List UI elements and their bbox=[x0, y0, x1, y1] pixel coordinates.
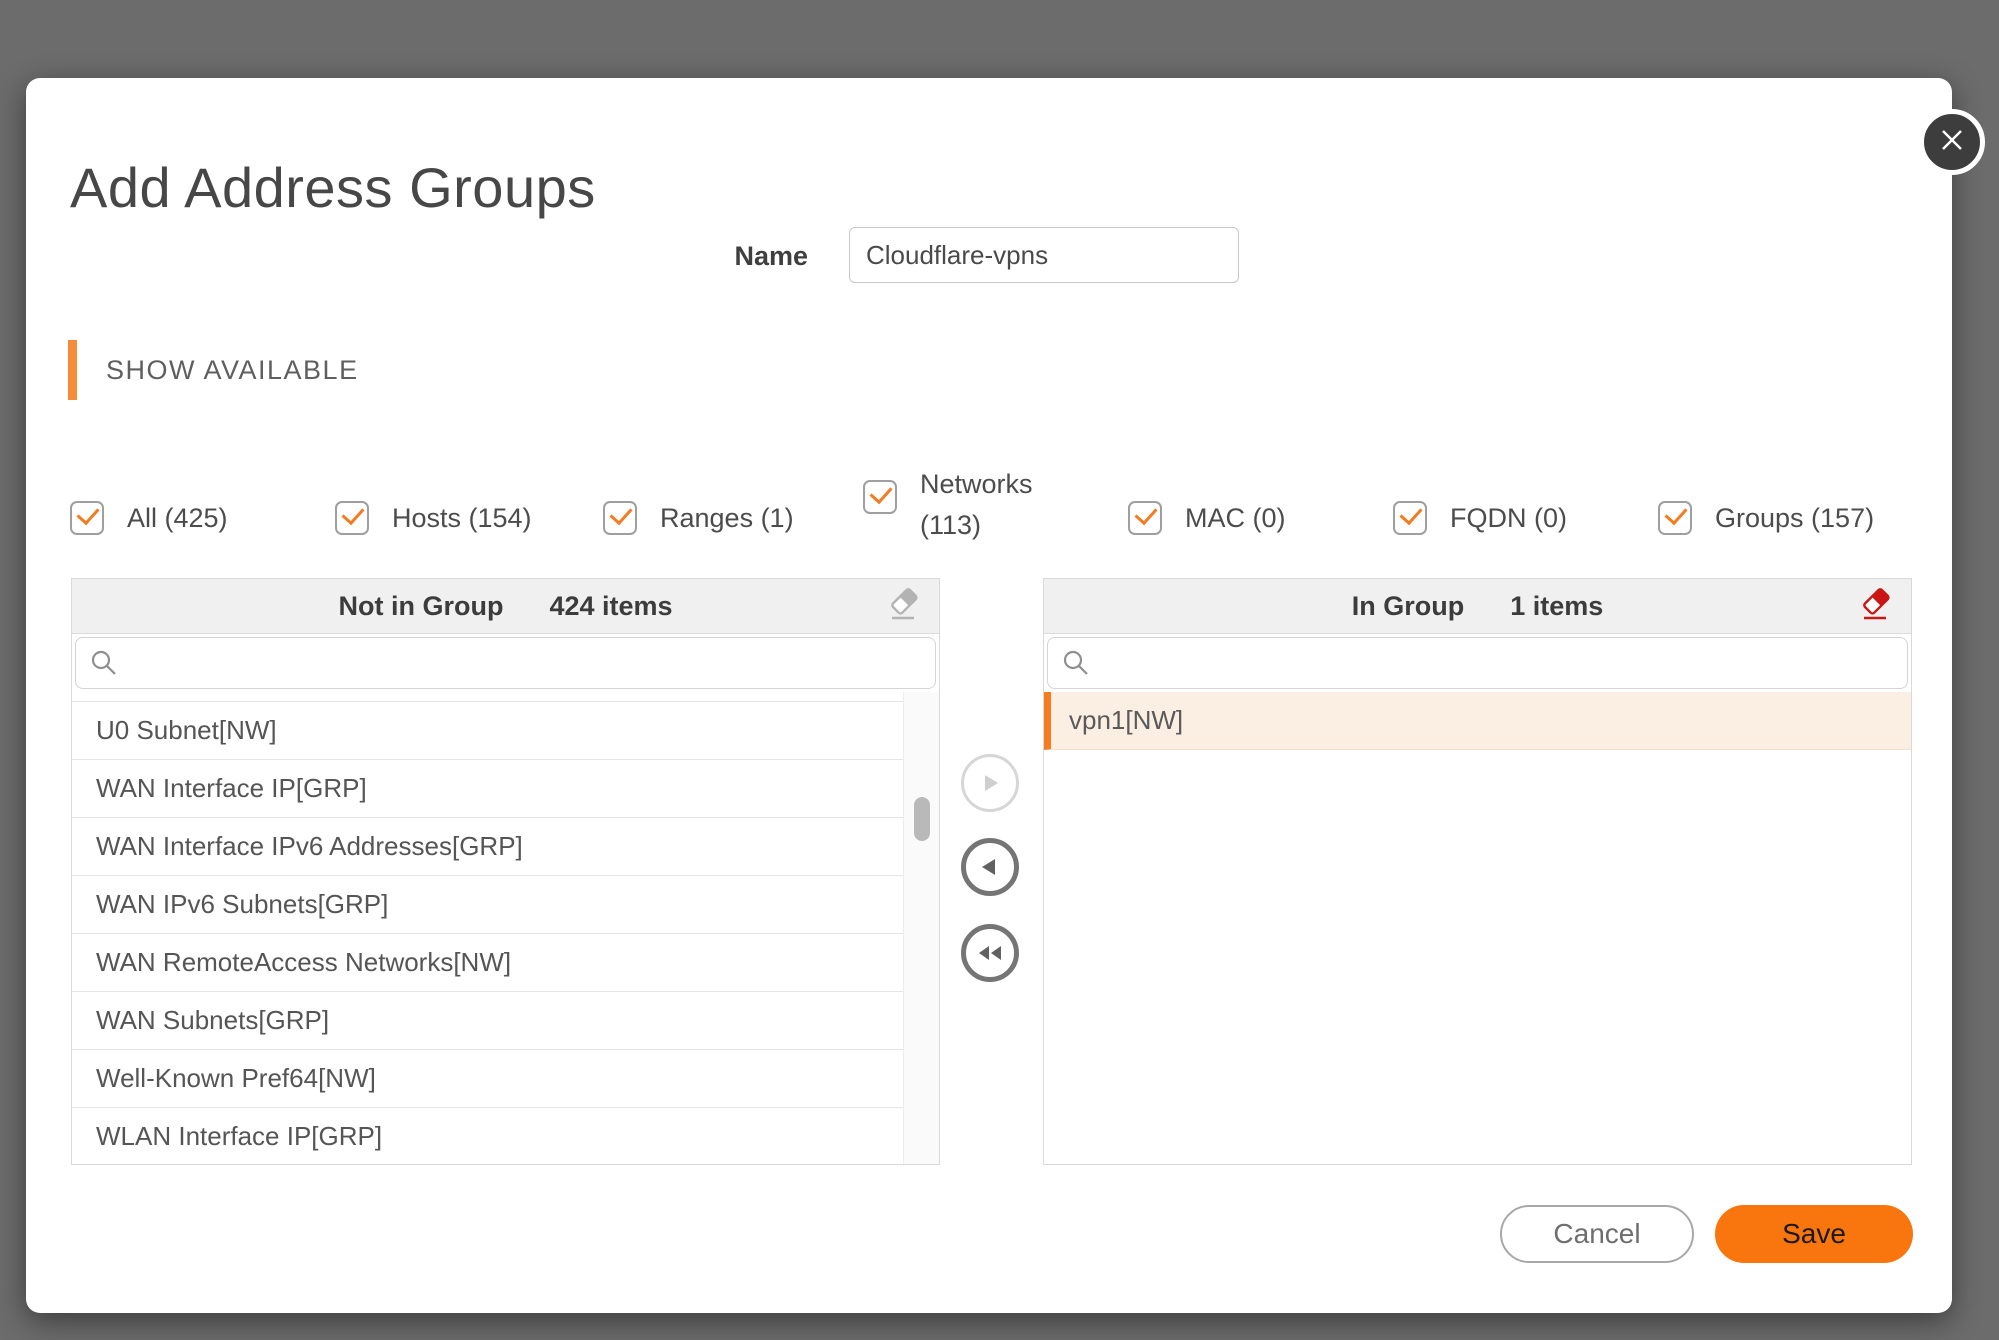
list-item[interactable]: WAN RemoteAccess Networks[NW] bbox=[72, 934, 904, 992]
not-in-group-title: Not in Group bbox=[338, 591, 503, 622]
show-available-section: SHOW AVAILABLE bbox=[68, 340, 359, 400]
close-icon bbox=[1939, 127, 1965, 158]
not-in-group-search-box bbox=[75, 637, 936, 689]
section-accent-bar bbox=[68, 340, 77, 400]
save-button[interactable]: Save bbox=[1715, 1205, 1913, 1263]
checkbox-icon[interactable] bbox=[603, 501, 637, 535]
search-icon bbox=[1061, 648, 1091, 683]
checkbox-icon[interactable] bbox=[1393, 501, 1427, 535]
add-address-groups-dialog: Add Address Groups Name SHOW AVAILABLE A… bbox=[26, 78, 1952, 1313]
list-item-selected[interactable]: vpn1[NW] bbox=[1044, 692, 1911, 750]
filter-label: All (425) bbox=[127, 498, 228, 539]
list-item[interactable]: WAN IPv6 Subnets[GRP] bbox=[72, 876, 904, 934]
filter-checkbox-networks[interactable]: Networks (113) bbox=[863, 464, 1055, 572]
scrollbar-track[interactable] bbox=[903, 692, 939, 1165]
list-item[interactable]: U0 Subnet[NW] bbox=[72, 702, 904, 760]
name-label: Name bbox=[586, 236, 808, 276]
in-group-search-row bbox=[1044, 634, 1911, 692]
list-item-partial bbox=[72, 692, 904, 702]
list-item[interactable]: WAN Subnets[GRP] bbox=[72, 992, 904, 1050]
list-item[interactable]: WLAN Interface IP[GRP] bbox=[72, 1108, 904, 1165]
arrow-right-icon bbox=[978, 771, 1002, 795]
in-group-list: vpn1[NW] bbox=[1044, 692, 1911, 1165]
remove-from-group-button[interactable] bbox=[961, 838, 1019, 896]
in-group-count: 1 items bbox=[1510, 591, 1603, 622]
move-to-group-button[interactable] bbox=[961, 754, 1019, 812]
double-arrow-left-icon bbox=[975, 941, 1005, 965]
cancel-button[interactable]: Cancel bbox=[1500, 1205, 1694, 1263]
not-in-group-panel: Not in Group 424 items bbox=[71, 578, 940, 1165]
filter-checkbox-groups[interactable]: Groups (157) bbox=[1658, 482, 1874, 554]
search-icon bbox=[89, 648, 119, 683]
not-in-group-header: Not in Group 424 items bbox=[72, 579, 939, 634]
filter-label: Networks (113) bbox=[920, 464, 1055, 546]
checkbox-icon[interactable] bbox=[1658, 501, 1692, 535]
list-item[interactable]: WAN Interface IP[GRP] bbox=[72, 760, 904, 818]
screen-overlay: Add Address Groups Name SHOW AVAILABLE A… bbox=[0, 0, 1999, 1340]
name-input[interactable] bbox=[849, 227, 1239, 283]
in-group-panel: In Group 1 items bbox=[1043, 578, 1912, 1165]
section-title: SHOW AVAILABLE bbox=[106, 355, 359, 386]
eraser-icon bbox=[1857, 586, 1895, 624]
filter-checkbox-hosts[interactable]: Hosts (154) bbox=[335, 482, 532, 554]
in-group-search-input[interactable] bbox=[1100, 638, 1899, 690]
not-in-group-search-input[interactable] bbox=[128, 638, 927, 690]
checkbox-icon[interactable] bbox=[863, 480, 897, 514]
filter-label: Ranges (1) bbox=[660, 498, 794, 539]
in-group-title: In Group bbox=[1352, 591, 1464, 622]
arrow-left-icon bbox=[978, 855, 1002, 879]
clear-selection-button[interactable] bbox=[885, 586, 925, 626]
filter-label: MAC (0) bbox=[1185, 498, 1286, 539]
filter-checkbox-fqdn[interactable]: FQDN (0) bbox=[1393, 482, 1567, 554]
filter-label: FQDN (0) bbox=[1450, 498, 1567, 539]
in-group-header: In Group 1 items bbox=[1044, 579, 1911, 634]
filter-checkbox-all[interactable]: All (425) bbox=[70, 482, 228, 554]
checkbox-icon[interactable] bbox=[335, 501, 369, 535]
remove-all-from-group-button[interactable] bbox=[961, 924, 1019, 982]
not-in-group-list: U0 Subnet[NW]WAN Interface IP[GRP]WAN In… bbox=[72, 692, 939, 1165]
dialog-title: Add Address Groups bbox=[70, 158, 596, 218]
list-item[interactable]: Well-Known Pref64[NW] bbox=[72, 1050, 904, 1108]
filter-label: Groups (157) bbox=[1715, 498, 1874, 539]
eraser-icon bbox=[885, 586, 923, 624]
list-item[interactable]: WAN Interface IPv6 Addresses[GRP] bbox=[72, 818, 904, 876]
checkbox-icon[interactable] bbox=[70, 501, 104, 535]
filter-label: Hosts (154) bbox=[392, 498, 532, 539]
checkbox-icon[interactable] bbox=[1128, 501, 1162, 535]
close-button[interactable] bbox=[1919, 109, 1985, 175]
not-in-group-count: 424 items bbox=[549, 591, 672, 622]
not-in-group-search-row bbox=[72, 634, 939, 692]
scrollbar-thumb[interactable] bbox=[914, 797, 930, 841]
filter-checkbox-ranges[interactable]: Ranges (1) bbox=[603, 482, 794, 554]
clear-group-button[interactable] bbox=[1857, 586, 1897, 626]
in-group-search-box bbox=[1047, 637, 1908, 689]
filter-checkbox-mac[interactable]: MAC (0) bbox=[1128, 482, 1286, 554]
